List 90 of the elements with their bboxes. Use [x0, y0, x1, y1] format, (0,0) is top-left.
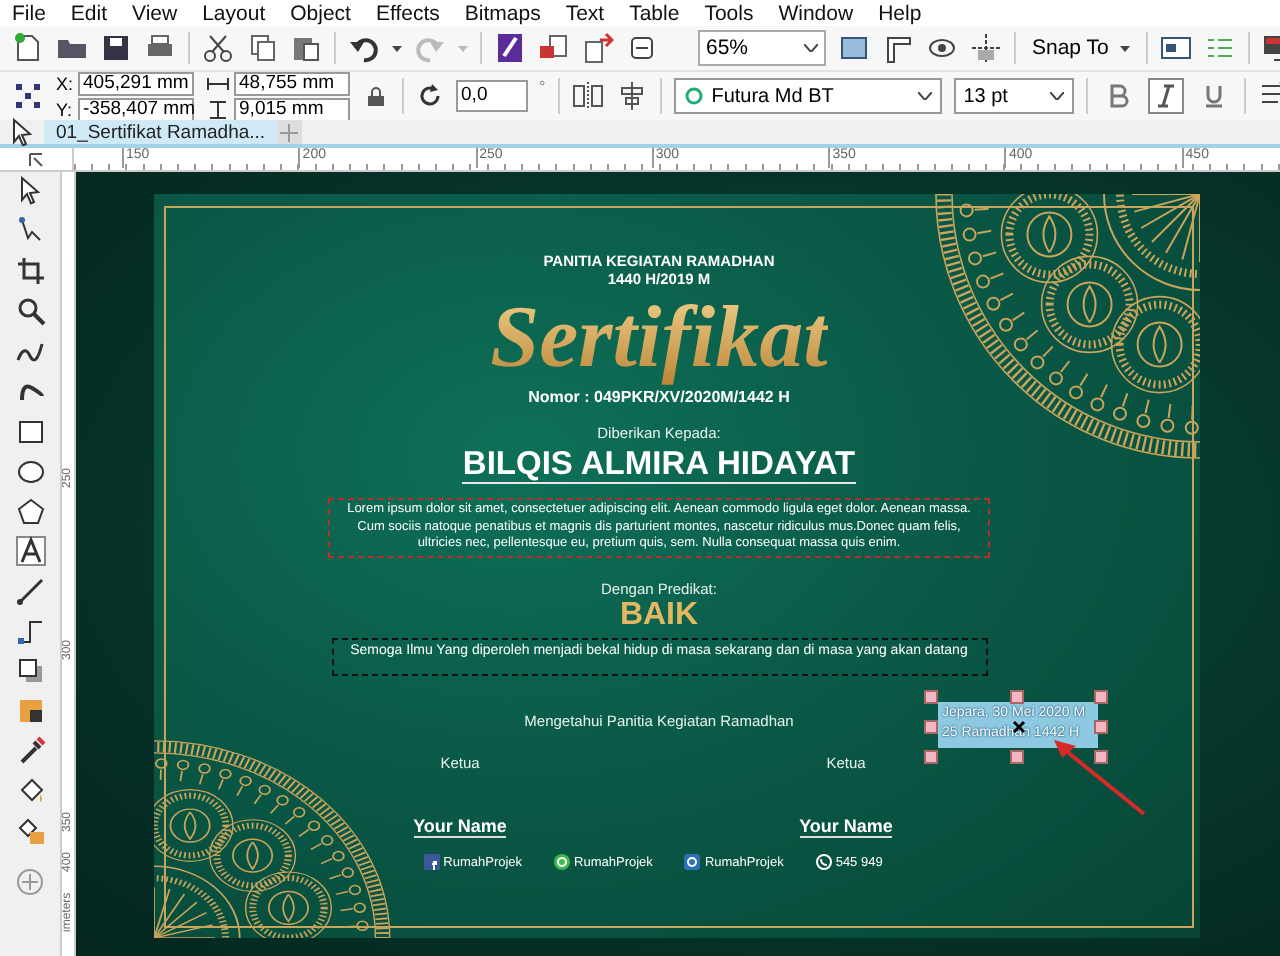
- menu-item[interactable]: Bitmaps: [456, 1, 558, 25]
- mirror-icon[interactable]: [571, 80, 604, 112]
- caret-icon: [1120, 45, 1131, 51]
- pointer-icon[interactable]: [15, 176, 45, 206]
- selection-handle[interactable]: [924, 750, 938, 764]
- selection-handle[interactable]: [924, 720, 938, 734]
- menu-item[interactable]: File: [4, 1, 63, 25]
- zoom-icon[interactable]: [15, 296, 45, 326]
- transparency-icon[interactable]: [15, 696, 45, 726]
- chevron-icon: [917, 92, 932, 100]
- underline-icon: [1201, 84, 1226, 108]
- selection-handle[interactable]: [924, 690, 938, 704]
- x-label: X:: [56, 73, 74, 93]
- shadow-icon[interactable]: [15, 656, 45, 686]
- undo-icon[interactable]: [348, 32, 380, 64]
- rulers-icon[interactable]: [882, 32, 914, 64]
- snap-to-dropdown[interactable]: Snap To: [1028, 36, 1135, 60]
- align-icon[interactable]: [615, 80, 648, 112]
- menu-item[interactable]: Text: [557, 1, 622, 25]
- crop-icon[interactable]: [15, 256, 45, 286]
- polygon-icon[interactable]: [15, 496, 45, 526]
- rotate-icon: [415, 82, 444, 110]
- height-icon: [205, 99, 230, 119]
- bold-icon: [1105, 84, 1130, 108]
- predicate-text: BAIK: [619, 598, 699, 633]
- menu-item[interactable]: Edit: [62, 1, 125, 25]
- selection-handle[interactable]: [1010, 750, 1024, 764]
- certificate-number: Nomor : 049PKR/XV/2020M/1442 H: [528, 388, 790, 406]
- menu-item[interactable]: Tools: [696, 1, 771, 25]
- menu-item[interactable]: Object: [282, 1, 368, 25]
- whatsapp-icon: [554, 854, 571, 871]
- pointer-icon[interactable]: [8, 118, 36, 146]
- save-icon[interactable]: [100, 32, 132, 64]
- y-position-field[interactable]: -358,407 mm: [77, 97, 194, 121]
- shape-tool-icon[interactable]: [15, 216, 45, 246]
- new-document-icon[interactable]: [12, 32, 44, 64]
- menu-item[interactable]: Layout: [194, 1, 283, 25]
- height-field[interactable]: 9,015 mm: [233, 97, 350, 121]
- copy-icon[interactable]: [246, 32, 278, 64]
- menu-item[interactable]: Table: [621, 1, 697, 25]
- font-type-icon: [683, 86, 704, 106]
- chevron-icon: [804, 44, 818, 52]
- text-tool-icon[interactable]: [15, 536, 45, 566]
- signer-name: Your Name: [799, 816, 893, 839]
- selection-handle[interactable]: [1094, 720, 1108, 734]
- full-screen-icon[interactable]: [838, 32, 870, 64]
- annotation-arrow: [1052, 738, 1148, 818]
- export-icon[interactable]: [582, 32, 614, 64]
- menu-item[interactable]: View: [124, 1, 195, 25]
- selection-handle[interactable]: [1010, 690, 1024, 704]
- menu-item[interactable]: Effects: [367, 1, 457, 25]
- ruler-origin-icon[interactable]: [28, 151, 44, 167]
- chevron-icon: [1049, 92, 1064, 100]
- font-dropdown[interactable]: Futura Md BT: [673, 78, 942, 114]
- signer-name: Your Name: [413, 816, 507, 839]
- italic-button[interactable]: [1147, 78, 1184, 114]
- rotation-field[interactable]: 0,0: [455, 80, 528, 112]
- rectangle-icon[interactable]: [15, 416, 45, 446]
- selection-handle[interactable]: [1094, 750, 1108, 764]
- instagram-icon: [684, 854, 701, 871]
- menu-item[interactable]: Help: [870, 1, 939, 25]
- document-tab[interactable]: 01_Sertifikat Ramadha...: [44, 120, 278, 144]
- y-label: Y:: [56, 99, 74, 119]
- width-field[interactable]: 48,755 mm: [233, 71, 350, 95]
- caret-icon[interactable]: [392, 45, 402, 51]
- x-position-field[interactable]: 405,291 mm: [77, 71, 194, 95]
- scissors-icon[interactable]: [202, 32, 234, 64]
- width-icon: [205, 73, 230, 93]
- line-icon[interactable]: [15, 576, 45, 606]
- import-icon[interactable]: [538, 32, 570, 64]
- smart-fill-icon[interactable]: [15, 816, 45, 846]
- eyedropper-icon[interactable]: [15, 736, 45, 766]
- selection-handle[interactable]: [1094, 690, 1108, 704]
- recipient-name: BILQIS ALMIRA HIDAYAT: [462, 446, 856, 484]
- guidelines-icon[interactable]: [970, 32, 1002, 64]
- facebook-icon: [423, 854, 440, 871]
- plus-icon: [280, 123, 299, 141]
- menu-item[interactable]: Window: [770, 1, 871, 25]
- object-origin-icon[interactable]: [12, 80, 44, 112]
- fill-icon[interactable]: [15, 776, 45, 806]
- italic-icon: [1153, 84, 1178, 108]
- paste-icon[interactable]: [290, 32, 322, 64]
- zoom-dropdown[interactable]: 65%: [698, 30, 826, 66]
- options-icon[interactable]: [1160, 32, 1193, 64]
- publish-icon[interactable]: [494, 32, 526, 64]
- connector-icon[interactable]: [15, 616, 45, 646]
- font-size-dropdown[interactable]: 13 pt: [953, 78, 1074, 114]
- ellipse-icon[interactable]: [15, 456, 45, 486]
- phone-icon: [815, 854, 832, 871]
- degree-sign: °: [539, 78, 546, 96]
